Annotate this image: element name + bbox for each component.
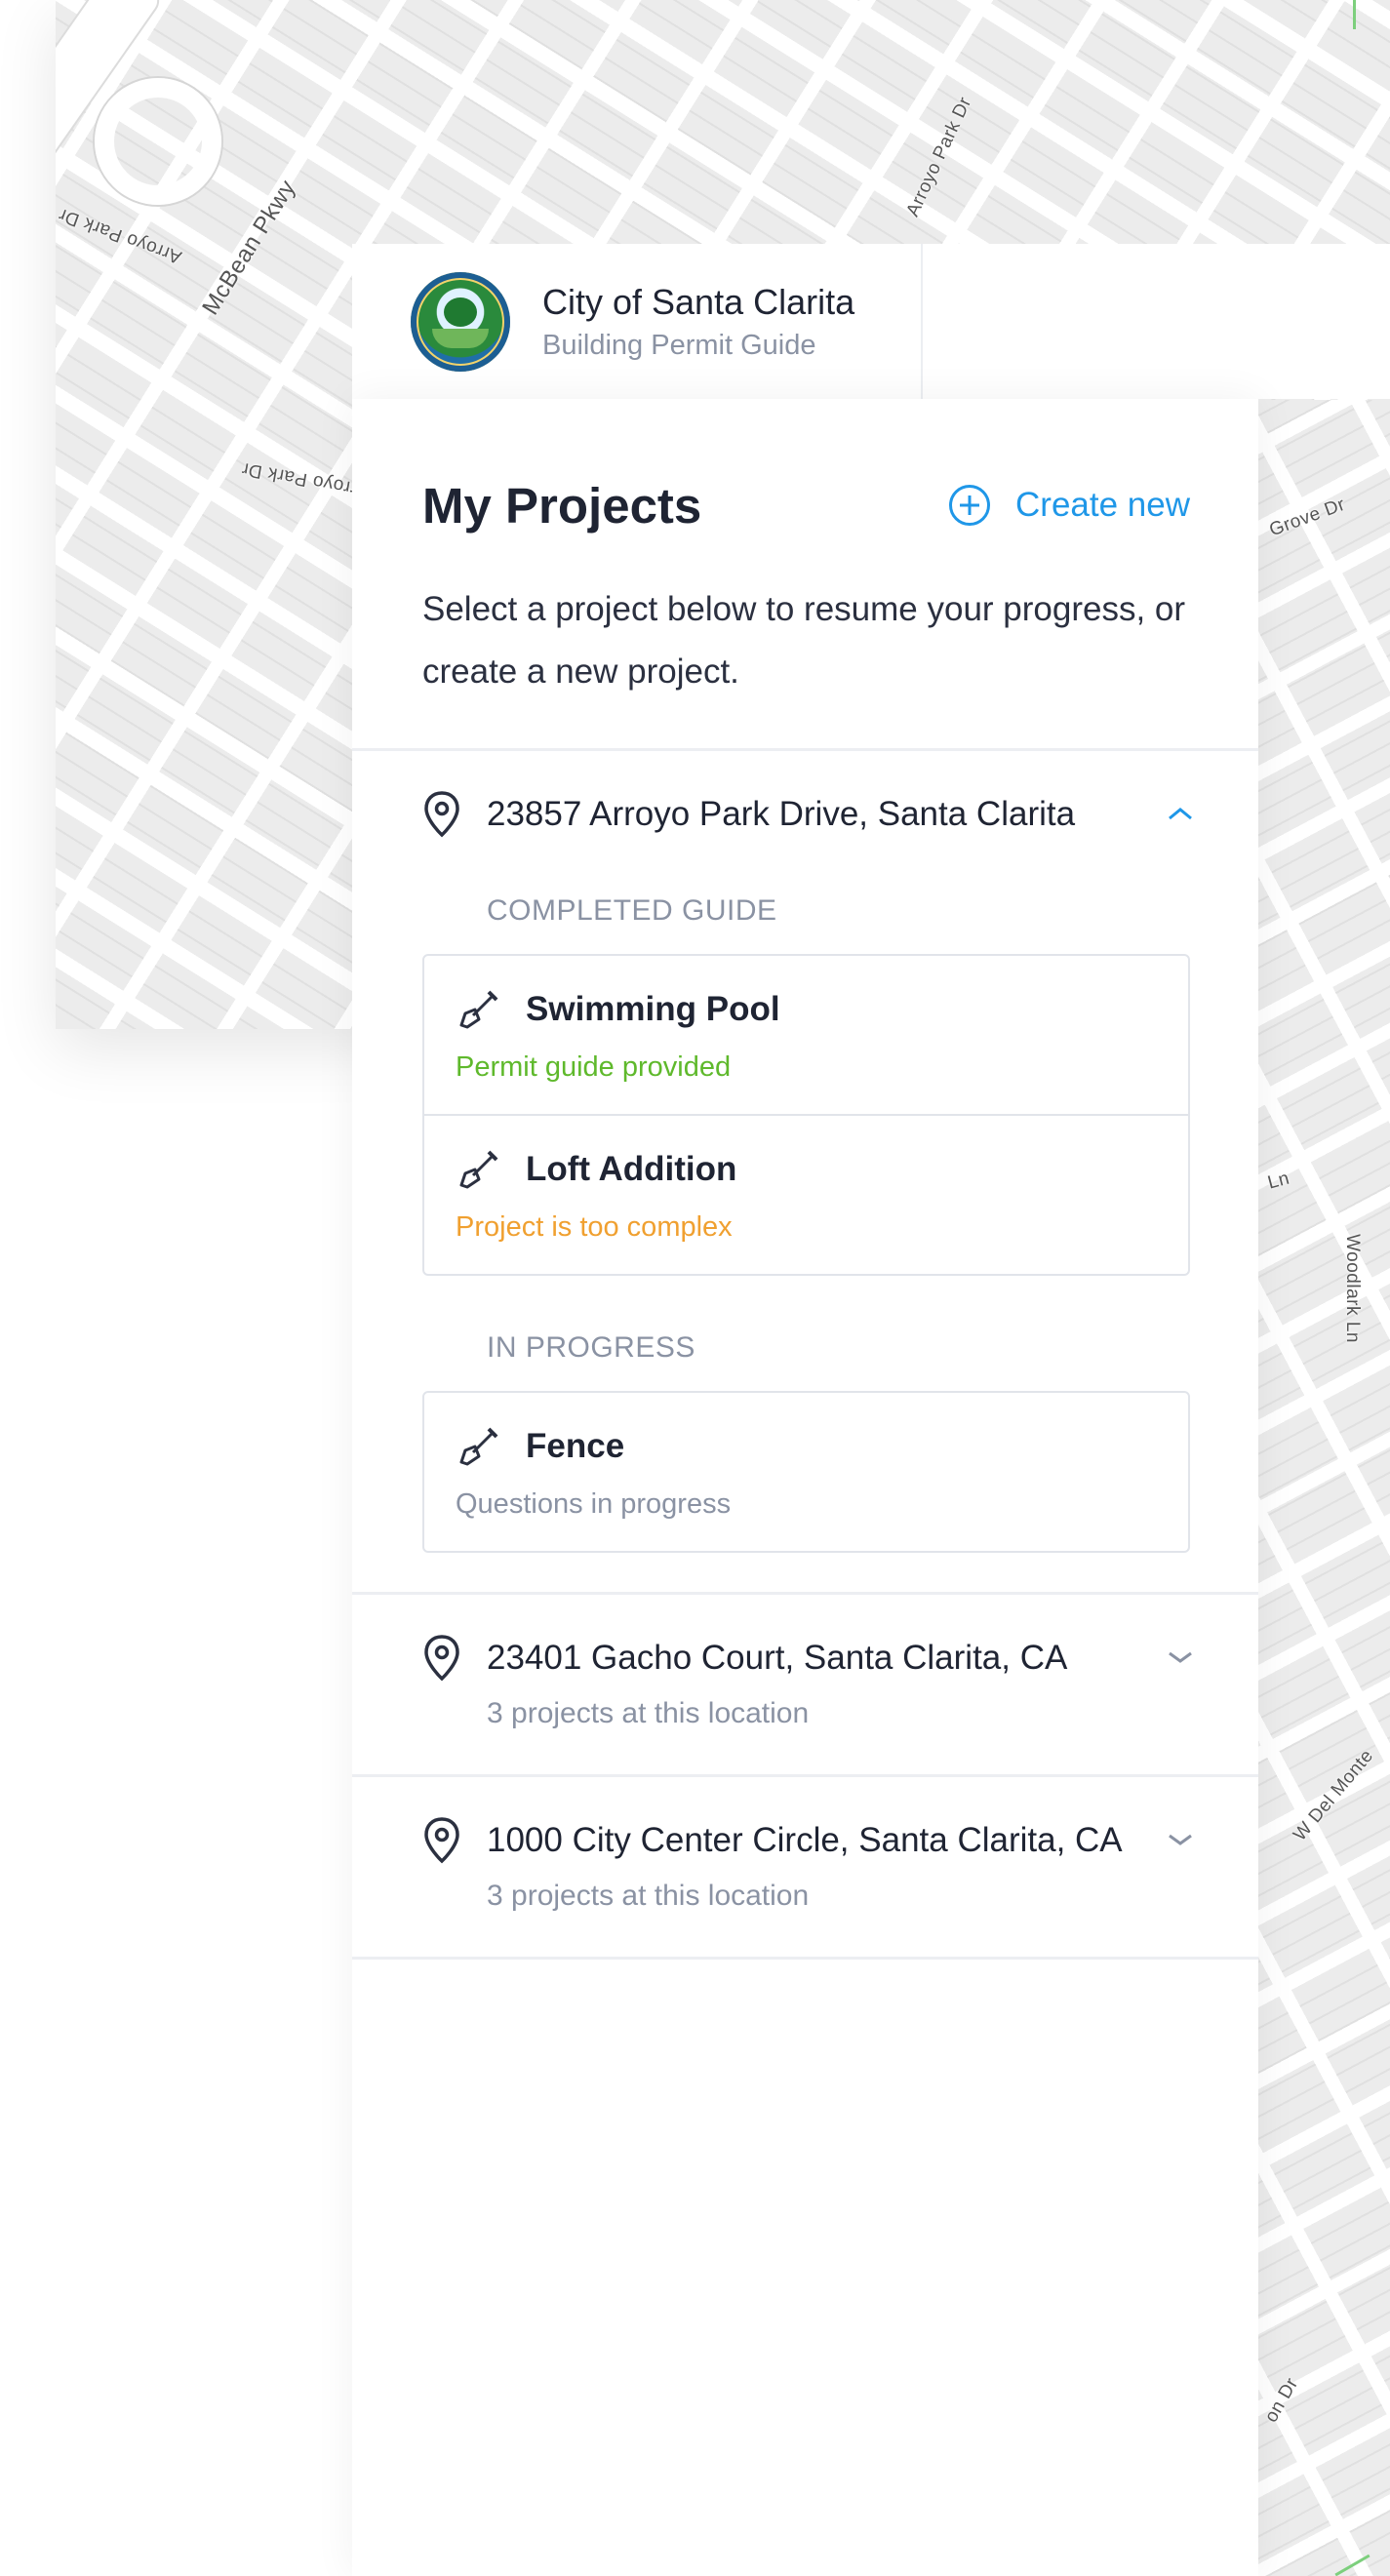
map-pin-icon xyxy=(424,1817,459,1864)
city-seal-logo xyxy=(411,271,510,372)
map-park-edge-right xyxy=(1334,2554,1370,2576)
project-group-in-progress: Fence Questions in progress xyxy=(422,1391,1190,1553)
map-background-right[interactable]: Grove Dr Ln Woodlark Ln W Del Monte on D… xyxy=(1258,400,1390,2576)
location-address: 23857 Arroyo Park Drive, Santa Clarita xyxy=(487,795,1076,833)
street-label-ln: Ln xyxy=(1265,1168,1292,1194)
brand-title: City of Santa Clarita xyxy=(542,281,855,322)
location-summary: 3 projects at this location xyxy=(487,1697,810,1729)
section-label-in-progress: IN PROGRESS xyxy=(487,1331,695,1364)
chevron-down-icon[interactable] xyxy=(1167,1649,1194,1665)
street-label-mcbean: McBean Pkwy xyxy=(197,175,301,320)
location-group[interactable]: 23401 Gacho Court, Santa Clarita, CA 3 p… xyxy=(352,1595,1258,1774)
app-header: City of Santa Clarita Building Permit Gu… xyxy=(352,244,1390,399)
create-new-label: Create new xyxy=(1015,486,1190,524)
location-summary: 3 projects at this location xyxy=(487,1880,810,1912)
chevron-down-icon[interactable] xyxy=(1167,1832,1194,1847)
project-name: Fence xyxy=(526,1427,625,1465)
shovel-icon xyxy=(459,990,498,1029)
section-label-completed: COMPLETED GUIDE xyxy=(487,894,777,927)
intro-text: Select a project below to resume your pr… xyxy=(422,590,1186,691)
street-label-dr: on Dr xyxy=(1260,2374,1303,2427)
project-status: Permit guide provided xyxy=(456,1051,732,1083)
map-pin-icon xyxy=(424,1635,459,1682)
brand[interactable]: City of Santa Clarita Building Permit Gu… xyxy=(352,244,923,399)
project-group-completed: Swimming Pool Permit guide provided Loft… xyxy=(422,954,1190,1276)
chevron-up-icon[interactable] xyxy=(1167,806,1194,821)
location-header[interactable]: 23401 Gacho Court, Santa Clarita, CA xyxy=(422,1634,1190,1683)
projects-panel: My Projects Create new Select a project … xyxy=(352,399,1258,2576)
brand-subtitle: Building Permit Guide xyxy=(542,329,816,361)
map-roundabout xyxy=(95,78,221,205)
location-header[interactable]: 1000 City Center Circle, Santa Clarita, … xyxy=(422,1816,1190,1865)
location-address: 23401 Gacho Court, Santa Clarita, CA xyxy=(487,1639,1068,1677)
street-label-arroyo-1: Arroyo Park Dr xyxy=(56,203,185,268)
project-name: Swimming Pool xyxy=(526,990,780,1028)
location-address: 1000 City Center Circle, Santa Clarita, … xyxy=(487,1821,1123,1859)
street-label-woodlark: Woodlark Ln xyxy=(1341,1234,1363,1343)
project-status: Project is too complex xyxy=(456,1211,733,1243)
location-header[interactable]: 23857 Arroyo Park Drive, Santa Clarita xyxy=(422,790,1190,839)
project-item-swimming-pool[interactable]: Swimming Pool Permit guide provided xyxy=(424,956,1188,1114)
map-park-edge xyxy=(1353,0,1356,29)
project-status: Questions in progress xyxy=(456,1488,732,1520)
divider xyxy=(352,1957,1258,1960)
shovel-icon xyxy=(459,1150,498,1189)
project-name: Loft Addition xyxy=(526,1150,737,1188)
plus-circle-icon xyxy=(949,485,991,526)
project-item-loft-addition[interactable]: Loft Addition Project is too complex xyxy=(424,1114,1188,1274)
location-group: 23857 Arroyo Park Drive, Santa Clarita C… xyxy=(352,751,1258,1592)
street-label-arroyo-3: Arroyo Park Dr xyxy=(902,94,976,220)
project-item-fence[interactable]: Fence Questions in progress xyxy=(424,1393,1188,1551)
map-pin-icon xyxy=(424,791,459,838)
location-group[interactable]: 1000 City Center Circle, Santa Clarita, … xyxy=(352,1777,1258,1957)
shovel-icon xyxy=(459,1427,498,1466)
create-new-button[interactable]: Create new xyxy=(949,485,1190,526)
street-label-del-monte: W Del Monte xyxy=(1290,1745,1378,1845)
street-label-grove: Grove Dr xyxy=(1266,494,1349,541)
